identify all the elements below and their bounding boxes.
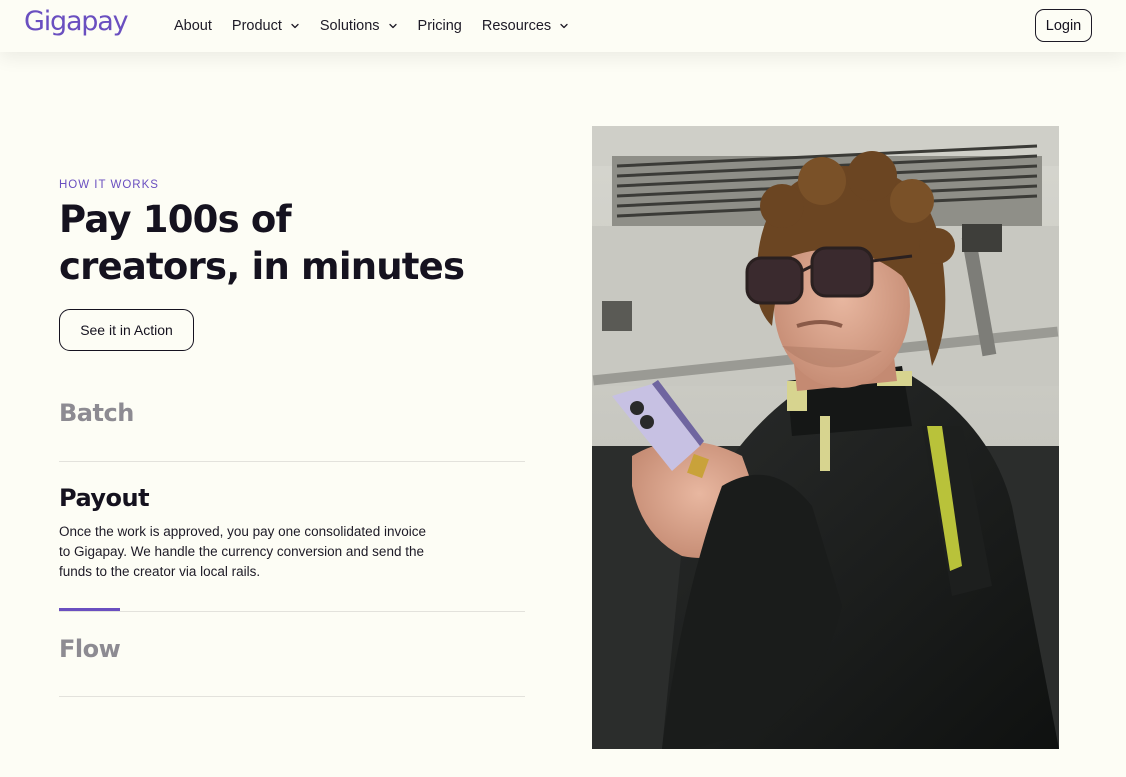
login-button[interactable]: Login (1035, 9, 1092, 42)
headline-line-2: creators, in minutes (59, 245, 465, 288)
nav-item-label: Solutions (319, 18, 380, 34)
step-flow-title[interactable]: Flow (59, 635, 121, 663)
step-batch-title[interactable]: Batch (59, 399, 134, 427)
chevron-down-icon (559, 21, 569, 31)
step-progress-bar (59, 608, 120, 611)
page-title: Pay 100s of creators, in minutes (59, 196, 479, 290)
nav-item-about[interactable]: About (174, 18, 212, 34)
site-header: Gigapay About Product Solutions Pricing … (0, 0, 1126, 52)
nav-item-pricing[interactable]: Pricing (418, 18, 462, 34)
nav-item-label: Resources (481, 18, 552, 34)
nav-item-resources[interactable]: Resources (482, 18, 569, 34)
person-with-phone-illustration (592, 126, 1059, 749)
main-nav: About Product Solutions Pricing Resource… (174, 0, 589, 52)
nav-item-label: Product (231, 18, 282, 34)
step-payout-description: Once the work is approved, you pay one c… (59, 524, 426, 579)
nav-item-label: Pricing (417, 18, 462, 34)
hero-photo (592, 126, 1059, 749)
headline-line-1: Pay 100s of (59, 198, 292, 241)
nav-item-solutions[interactable]: Solutions (320, 18, 398, 34)
nav-item-label: About (174, 18, 212, 34)
gigapay-logo[interactable]: Gigapay (24, 6, 129, 37)
see-it-in-action-button[interactable]: See it in Action (59, 309, 194, 351)
chevron-down-icon (388, 21, 398, 31)
step-divider (59, 461, 525, 462)
step-divider (59, 696, 525, 697)
section-eyebrow: HOW IT WORKS (59, 179, 159, 191)
step-payout-title[interactable]: Payout (59, 484, 150, 512)
chevron-down-icon (290, 21, 300, 31)
nav-item-product[interactable]: Product (232, 18, 300, 34)
step-divider (59, 611, 525, 612)
